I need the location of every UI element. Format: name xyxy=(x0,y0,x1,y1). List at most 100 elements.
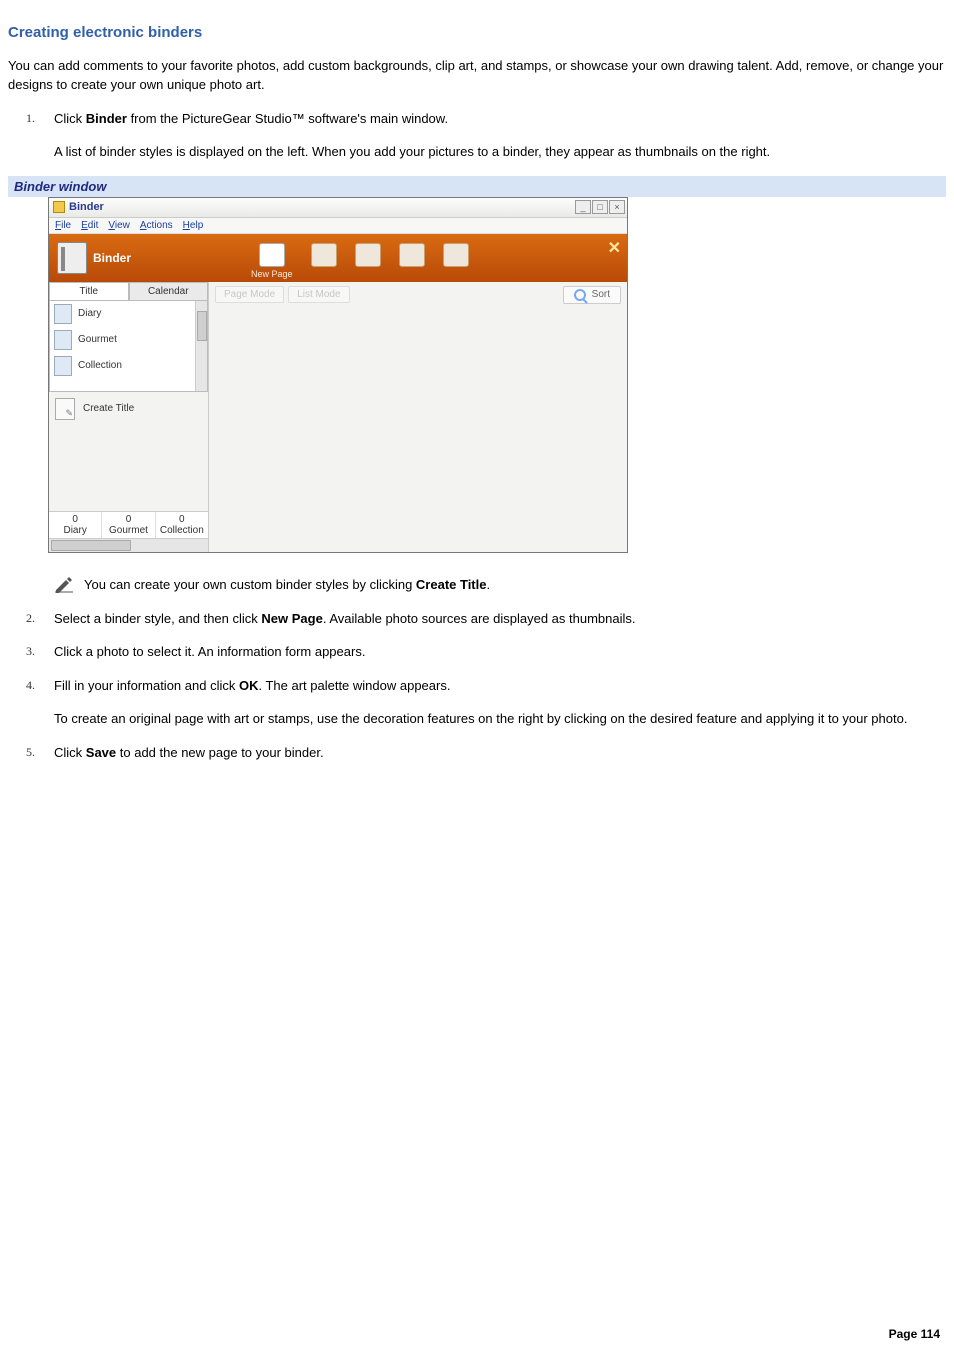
window-titlebar: Binder _ □ × xyxy=(49,198,627,218)
step-text: Fill in your information and click OK. T… xyxy=(54,678,450,693)
page-mode-button[interactable]: Page Mode xyxy=(215,286,284,303)
create-title-button[interactable]: Create Title xyxy=(49,392,208,426)
page-label: Page xyxy=(889,1327,921,1341)
horizontal-scrollbar[interactable] xyxy=(49,538,208,552)
bold-term: New Page xyxy=(261,611,322,626)
count-cell: 0 Diary xyxy=(49,512,102,538)
list-mode-button[interactable]: List Mode xyxy=(288,286,349,303)
intro-paragraph: You can add comments to your favorite ph… xyxy=(8,57,946,95)
step-number: 5. xyxy=(26,743,35,761)
toolbar-tools-icon[interactable]: ✕ xyxy=(608,238,621,258)
screenshot-caption: Binder window xyxy=(8,176,946,197)
binder-style-icon xyxy=(54,356,72,376)
count-label: Gourmet xyxy=(102,525,154,536)
page-title: Creating electronic binders xyxy=(8,24,946,41)
text-fragment: You can create your own custom binder st… xyxy=(84,577,416,592)
list-item-label: Diary xyxy=(78,308,101,319)
scrollbar-thumb[interactable] xyxy=(51,540,131,551)
text-fragment: Click xyxy=(54,111,86,126)
text-fragment: Click xyxy=(54,745,86,760)
window-body: Title Calendar Diary Gourmet Collection xyxy=(49,282,627,552)
step-text: Click Binder from the PictureGear Studio… xyxy=(54,111,448,126)
text-fragment: . The art palette window appears. xyxy=(258,678,450,693)
toolbar-icon xyxy=(311,243,337,267)
step-number: 1. xyxy=(26,109,35,127)
step-number: 3. xyxy=(26,642,35,660)
magnifier-icon xyxy=(574,289,586,301)
count-number: 0 xyxy=(102,514,154,525)
minimize-button[interactable]: _ xyxy=(575,200,591,214)
mode-bar: Page Mode List Mode Sort xyxy=(209,282,627,308)
sort-button[interactable]: Sort xyxy=(563,286,621,304)
count-label: Diary xyxy=(49,525,101,536)
step-4: 4. Fill in your information and click OK… xyxy=(32,676,946,729)
count-number: 0 xyxy=(49,514,101,525)
menu-actions[interactable]: Actions xyxy=(140,220,173,231)
step-number: 2. xyxy=(26,609,35,627)
step-text: Select a binder style, and then click Ne… xyxy=(54,611,636,626)
scrollbar-thumb[interactable] xyxy=(197,311,207,341)
toolbar-icon xyxy=(443,243,469,267)
binder-window-screenshot: Binder _ □ × File Edit View Actions Help… xyxy=(48,197,628,553)
binder-style-list: Diary Gourmet Collection xyxy=(49,300,208,392)
list-item[interactable]: Collection xyxy=(50,353,207,379)
text-fragment: to add the new page to your binder. xyxy=(116,745,323,760)
right-panel: Page Mode List Mode Sort xyxy=(209,282,627,552)
toolbar-btn-4[interactable] xyxy=(399,243,425,267)
page-number: 114 xyxy=(921,1327,940,1341)
steps-list: 1. Click Binder from the PictureGear Stu… xyxy=(32,109,946,162)
binder-style-icon xyxy=(54,304,72,324)
bold-term: Create Title xyxy=(416,577,487,592)
bold-term: Save xyxy=(86,745,116,760)
count-cell: 0 Collection xyxy=(156,512,208,538)
page-footer: Page 114 xyxy=(889,1327,940,1341)
create-title-icon xyxy=(55,398,75,420)
new-page-icon xyxy=(259,243,285,267)
count-label: Collection xyxy=(156,525,208,536)
tab-title[interactable]: Title xyxy=(49,282,129,300)
toolbar-icon xyxy=(355,243,381,267)
toolbar-binder-block: Binder xyxy=(49,242,131,274)
list-item[interactable]: Diary xyxy=(50,301,207,327)
step-text: Click Save to add the new page to your b… xyxy=(54,745,324,760)
pencil-icon xyxy=(54,577,74,593)
step-3: 3. Click a photo to select it. An inform… xyxy=(32,642,946,662)
text-fragment: . xyxy=(486,577,490,592)
window-title: Binder xyxy=(69,201,104,213)
toolbar-new-page[interactable]: New Page xyxy=(251,243,293,279)
step-subtext: A list of binder styles is displayed on … xyxy=(54,142,946,162)
new-page-label: New Page xyxy=(251,269,293,279)
menu-bar: File Edit View Actions Help xyxy=(49,218,627,234)
step-text: Click a photo to select it. An informati… xyxy=(54,644,365,659)
step-5: 5. Click Save to add the new page to you… xyxy=(32,743,946,763)
text-fragment: Select a binder style, and then click xyxy=(54,611,261,626)
left-tabs: Title Calendar xyxy=(49,282,208,300)
toolbar-btn-2[interactable] xyxy=(311,243,337,267)
toolbar-label: Binder xyxy=(93,251,131,265)
menu-view[interactable]: View xyxy=(108,220,130,231)
counts-row: 0 Diary 0 Gourmet 0 Collection xyxy=(49,511,208,538)
maximize-button[interactable]: □ xyxy=(592,200,608,214)
toolbar: Binder New Page ✕ xyxy=(49,234,627,282)
steps-list-cont: 2. Select a binder style, and then click… xyxy=(32,609,946,763)
menu-edit[interactable]: Edit xyxy=(81,220,98,231)
tab-calendar[interactable]: Calendar xyxy=(129,282,209,300)
binder-icon xyxy=(57,242,87,274)
sort-label: Sort xyxy=(592,289,610,300)
step-number: 4. xyxy=(26,676,35,694)
app-icon xyxy=(53,201,65,213)
toolbar-btn-5[interactable] xyxy=(443,243,469,267)
text-fragment: from the PictureGear Studio™ software's … xyxy=(127,111,448,126)
vertical-scrollbar[interactable] xyxy=(195,301,207,391)
menu-help[interactable]: Help xyxy=(183,220,204,231)
close-button[interactable]: × xyxy=(609,200,625,214)
create-title-label: Create Title xyxy=(83,403,134,414)
list-item-label: Collection xyxy=(78,360,122,371)
count-cell: 0 Gourmet xyxy=(102,512,155,538)
tip-note: You can create your own custom binder st… xyxy=(54,577,946,593)
list-item[interactable]: Gourmet xyxy=(50,327,207,353)
step-subtext: To create an original page with art or s… xyxy=(54,709,946,729)
menu-file[interactable]: File xyxy=(55,220,71,231)
toolbar-btn-3[interactable] xyxy=(355,243,381,267)
binder-style-icon xyxy=(54,330,72,350)
